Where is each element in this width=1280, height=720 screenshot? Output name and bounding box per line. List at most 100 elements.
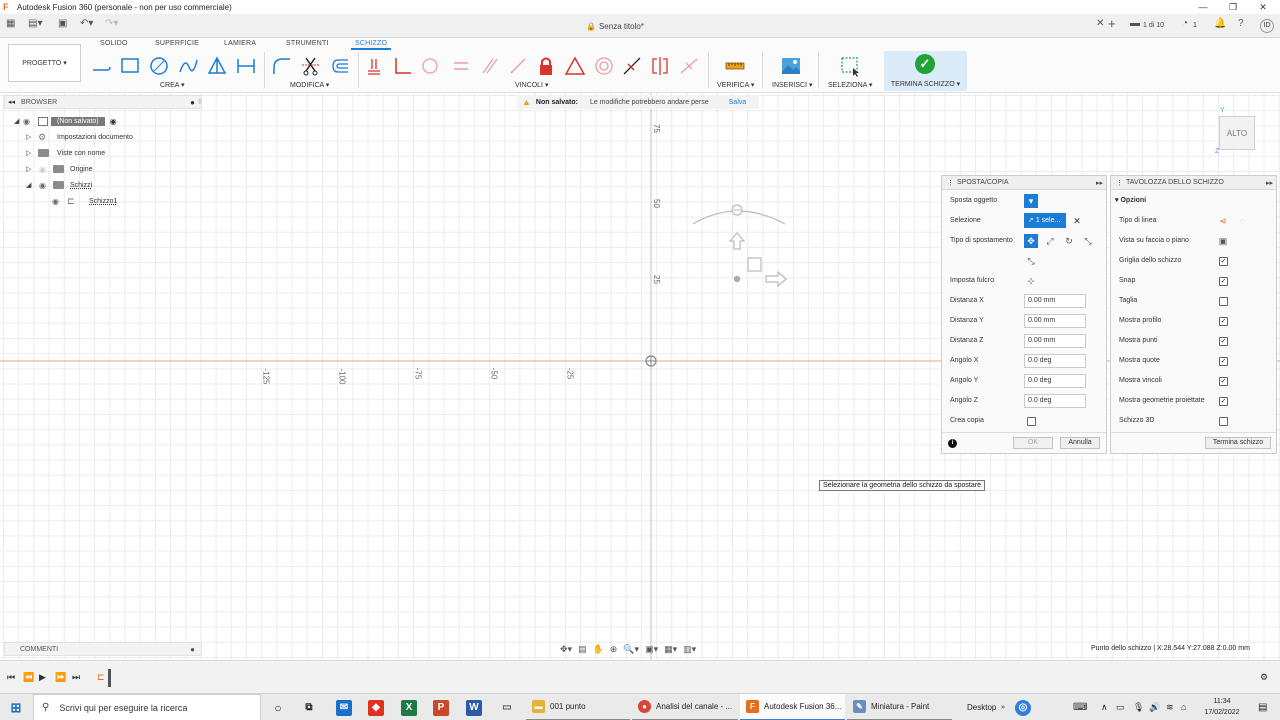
tab-schizzo[interactable]: SCHIZZO — [351, 40, 392, 50]
apps-grid-icon[interactable]: ▦ — [6, 18, 15, 29]
timeline-play-icon[interactable]: ▶ — [39, 672, 46, 683]
notification-center-icon[interactable]: ▤ — [1258, 694, 1267, 720]
panel-pin-icon[interactable]: ● — [190, 645, 195, 654]
comments-panel-header[interactable]: COMMENTI ● — [4, 642, 202, 656]
timeline-prev-icon[interactable]: ⏪ — [23, 672, 34, 683]
save-icon[interactable]: ▣ — [58, 18, 67, 29]
viewports-icon[interactable]: ▥▾ — [683, 644, 696, 655]
angle-y-input[interactable]: 0.0 deg — [1024, 374, 1086, 388]
cancel-button[interactable]: Annulla — [1060, 437, 1100, 449]
excel-icon[interactable]: X — [401, 700, 417, 716]
expand-icon[interactable]: ▷ — [26, 133, 35, 141]
office-app-icon[interactable]: ◆ — [368, 700, 384, 716]
fix-constraint-icon[interactable] — [534, 55, 558, 77]
volume-icon[interactable]: 🔊 — [1149, 694, 1160, 720]
taskbar-app-chrome[interactable]: ● Analisi del canale - ... — [632, 694, 738, 720]
document-tab[interactable]: 🔒 Senza titolo* — [586, 22, 644, 31]
grid-settings-icon[interactable]: ▦▾ — [664, 644, 677, 655]
spline-tool-icon[interactable] — [176, 55, 200, 77]
orbit-icon[interactable]: ✥▾ — [560, 644, 572, 655]
show-points-checkbox[interactable]: ✓ — [1219, 337, 1228, 346]
show-projected-checkbox[interactable]: ✓ — [1219, 397, 1228, 406]
panel-pin-icon[interactable]: ● — [190, 98, 195, 107]
translate-icon[interactable]: ⤢ — [1043, 234, 1057, 248]
collapse-icon[interactable]: ◂◂ — [8, 98, 15, 106]
keyboard-icon[interactable]: ⌨ — [1073, 694, 1087, 720]
expand-icon[interactable]: ◢ — [14, 117, 23, 125]
taskbar-app-paint[interactable]: ✎ Miniatura - Paint — [847, 694, 952, 720]
eye-icon[interactable]: ◉ — [39, 165, 51, 174]
crea-menu[interactable]: CREA ▾ — [160, 81, 185, 89]
tree-item-sketch1[interactable]: ◉ ⊏ Schizzo1 — [52, 194, 117, 208]
perpendicular-constraint-icon[interactable] — [391, 55, 415, 77]
tree-item-named-views[interactable]: ▷ Viste con nome — [26, 146, 105, 160]
tangent-constraint-icon[interactable] — [418, 55, 442, 77]
microphone-icon[interactable]: 🎙 — [1133, 694, 1144, 720]
pan-icon[interactable]: ✋ — [593, 644, 604, 655]
jobs-status-icon[interactable]: ◔ — [1182, 18, 1188, 29]
tree-item-origin[interactable]: ▷ ◉ Origine — [26, 162, 93, 176]
timeline-start-icon[interactable]: ⏮ — [7, 672, 15, 683]
construction-line-icon[interactable]: ⋖ — [1216, 214, 1230, 228]
sketch-grid-checkbox[interactable]: ✓ — [1219, 257, 1228, 266]
info-icon[interactable]: i — [948, 439, 957, 448]
verifica-menu[interactable]: VERIFICA ▾ — [717, 81, 754, 89]
tab-strumenti[interactable]: STRUMENTI — [286, 40, 329, 47]
close-tab-icon[interactable]: ✕ — [1096, 18, 1104, 29]
show-constraints-checkbox[interactable]: ✓ — [1219, 377, 1228, 386]
mail-icon[interactable]: ✉ — [336, 700, 352, 716]
3d-sketch-checkbox[interactable] — [1219, 417, 1228, 426]
activate-radio-icon[interactable]: ◉ — [110, 117, 117, 126]
snap-checkbox[interactable]: ✓ — [1219, 277, 1228, 286]
distance-x-input[interactable]: 0.00 mm — [1024, 294, 1086, 308]
move-object-dropdown-icon[interactable]: ▾ — [1024, 194, 1038, 208]
show-dimensions-checkbox[interactable]: ✓ — [1219, 357, 1228, 366]
tree-item-root[interactable]: ◢ ◉ (Non salvato) ◉ — [14, 114, 117, 128]
clear-selection-icon[interactable]: ✕ — [1070, 214, 1084, 228]
tree-item-sketches[interactable]: ◢ ◉ Schizzi — [26, 178, 92, 192]
panel-grip-icon[interactable]: ‖ — [198, 99, 201, 106]
chevron-right-icon[interactable]: » — [1001, 694, 1005, 720]
powerpoint-icon[interactable]: P — [433, 700, 449, 716]
globe-icon[interactable]: ◎ — [1015, 700, 1031, 716]
redo-icon[interactable]: ↷▾ — [105, 18, 118, 29]
inserisci-menu[interactable]: INSERISCI ▾ — [772, 81, 812, 89]
taskbar-clock[interactable]: 11:34 17/02/2022 — [1196, 696, 1248, 718]
fillet-tool-icon[interactable] — [270, 55, 294, 77]
windows-start-icon[interactable]: ⊞ — [8, 700, 24, 716]
eye-icon[interactable]: ◉ — [52, 197, 64, 206]
ok-button[interactable]: OK — [1013, 437, 1053, 449]
look-at-icon[interactable]: ▤ — [578, 644, 587, 655]
timeline-next-icon[interactable]: ⏩ — [55, 672, 66, 683]
distance-z-input[interactable]: 0.00 mm — [1024, 334, 1086, 348]
tree-item-settings[interactable]: ▷ ⚙ Impostazioni documento — [26, 130, 133, 144]
curvature-constraint-icon[interactable] — [677, 55, 701, 77]
selection-chip[interactable]: ➚ 1 sele... — [1024, 213, 1066, 228]
expand-icon[interactable]: ▷ — [26, 165, 35, 173]
modifica-menu[interactable]: MODIFICA ▾ — [290, 81, 329, 89]
view-cube[interactable]: ALTO — [1219, 116, 1255, 150]
coincident-constraint-icon[interactable] — [362, 55, 386, 77]
panel-grip-icon[interactable]: ⋮ — [947, 179, 954, 187]
tab-count[interactable]: 1 di 10 — [1143, 22, 1164, 29]
file-menu-icon[interactable]: ▤▾ — [28, 18, 42, 29]
language-icon[interactable]: ⌂ — [1181, 694, 1186, 720]
trim-tool-icon[interactable] — [299, 55, 323, 77]
new-tab-icon[interactable]: + — [1108, 16, 1116, 31]
taskbar-app-fusion[interactable]: F Autodesk Fusion 36... — [740, 694, 845, 720]
circle-tool-icon[interactable] — [147, 55, 171, 77]
network-icon[interactable]: ▭ — [1116, 694, 1125, 720]
taskbar-search[interactable]: ⚲ Scrivi qui per eseguire la ricerca — [33, 694, 261, 720]
free-move-icon[interactable]: ✥ — [1024, 234, 1038, 248]
seleziona-menu[interactable]: SELEZIONA ▾ — [828, 81, 872, 89]
minimize-button[interactable]: — — [1188, 0, 1218, 14]
offset-tool-icon[interactable] — [328, 55, 352, 77]
angle-z-input[interactable]: 0.0 deg — [1024, 394, 1086, 408]
tray-chevron-up-icon[interactable]: ∧ — [1101, 694, 1108, 720]
expand-panel-icon[interactable]: ▸▸ — [1096, 179, 1103, 187]
tab-solido[interactable]: SOLIDO — [100, 40, 128, 47]
notifications-icon[interactable]: 🔔 — [1214, 18, 1226, 29]
finish-sketch-button[interactable]: ✓ TERMINA SCHIZZO ▾ — [884, 51, 967, 91]
show-profile-checkbox[interactable]: ✓ — [1219, 317, 1228, 326]
select-tool-icon[interactable] — [838, 55, 862, 77]
